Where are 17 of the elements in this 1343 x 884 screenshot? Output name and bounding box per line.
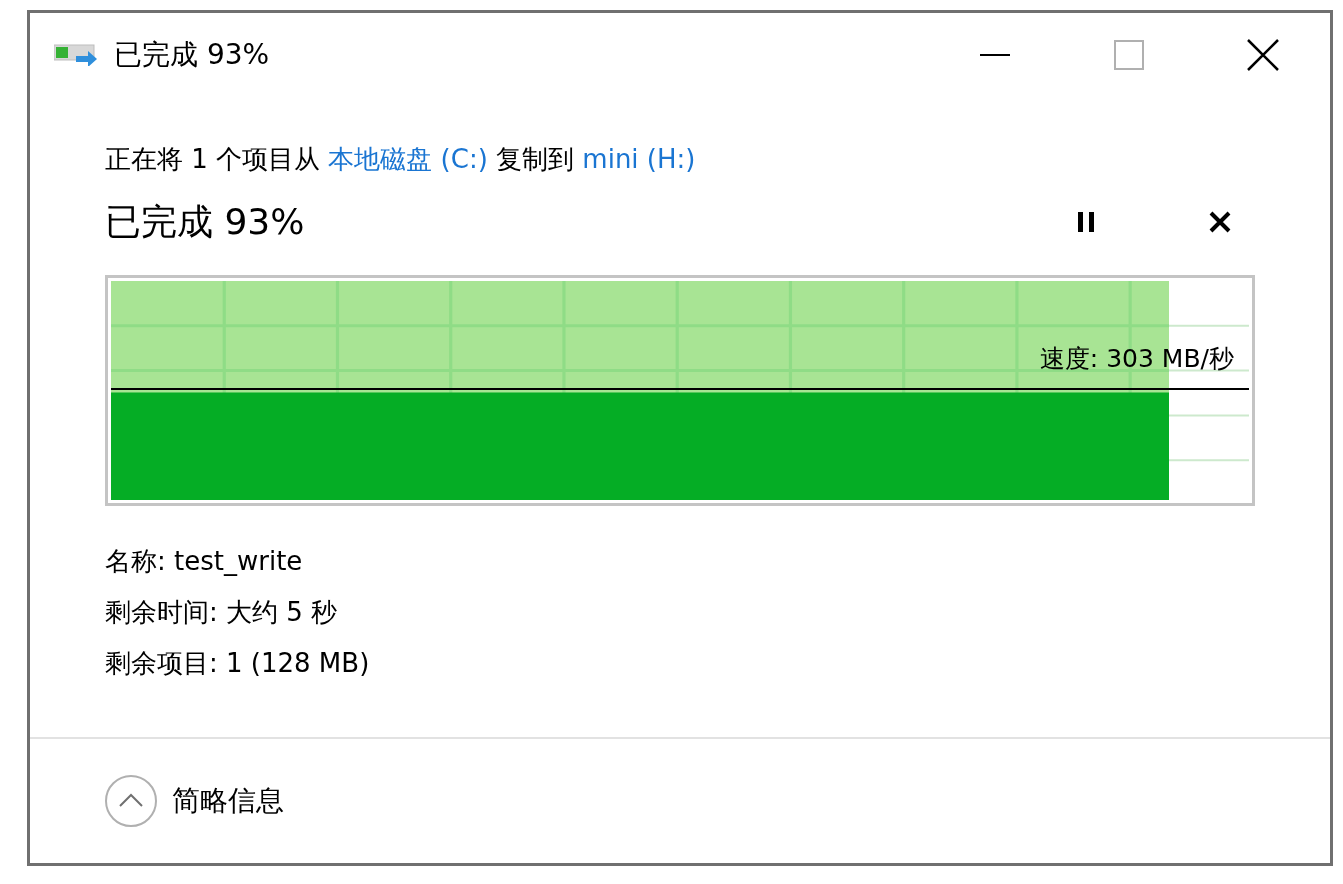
- less-details-button[interactable]: 简略信息: [104, 774, 284, 828]
- close-icon: [1247, 39, 1279, 71]
- pause-icon: [1075, 211, 1097, 233]
- copy-description: 正在将 1 个项目从 本地磁盘 (C:) 复制到 mini (H:): [105, 143, 697, 176]
- location-link[interactable]: mini (H:): [582, 144, 696, 174]
- detail-text: 名称: test_write: [105, 545, 304, 578]
- copy-icon: [54, 44, 98, 66]
- minimize-icon: [980, 54, 1010, 56]
- window-title: 已完成 93%: [114, 37, 270, 73]
- close-icon: [1209, 211, 1231, 233]
- detail-text: 剩余项目: 1 (128 MB): [105, 647, 371, 680]
- location-link[interactable]: 本地磁盘 (C:): [328, 144, 488, 174]
- detail-text: 剩余时间: 大约 5 秒: [105, 596, 339, 629]
- speed-label: 速度: 303 MB/秒: [1039, 343, 1234, 375]
- chevron-up-icon: [104, 774, 158, 828]
- progress-heading: 已完成 93%: [105, 199, 305, 244]
- maximize-icon: [1114, 40, 1144, 70]
